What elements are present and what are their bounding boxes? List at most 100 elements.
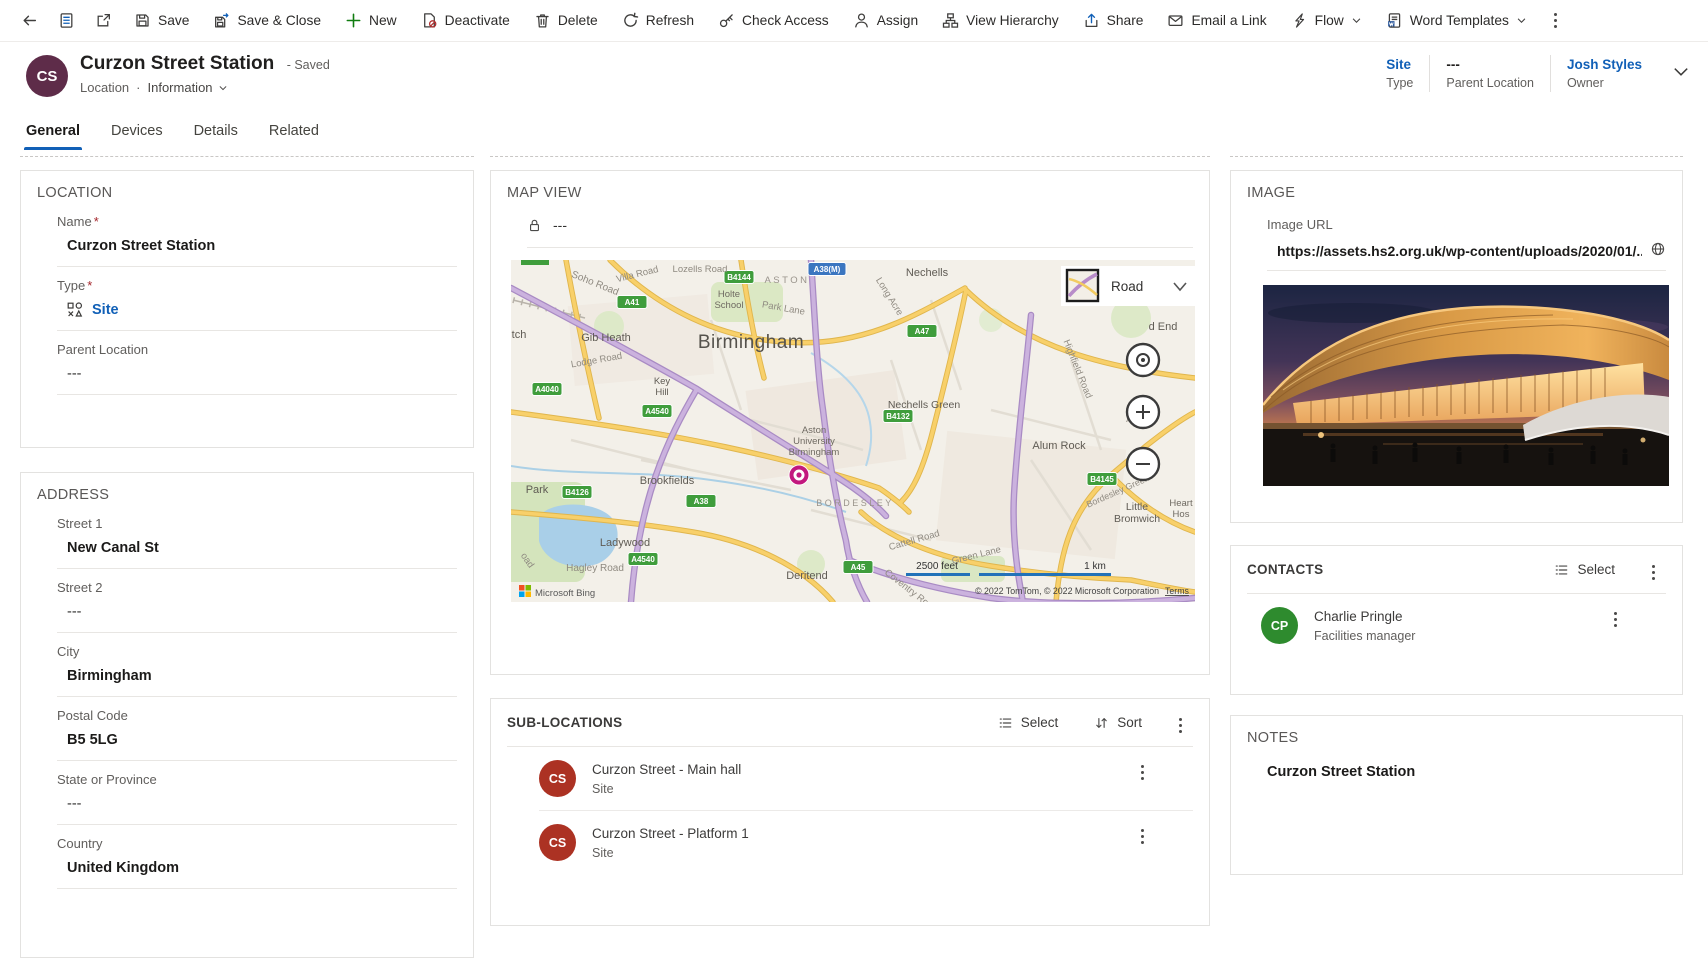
ellipsis-vertical-icon <box>1553 19 1557 22</box>
word-templates-button[interactable]: Word Templates <box>1375 5 1538 37</box>
street1-field[interactable]: Street 1 New Canal St <box>57 505 457 569</box>
open-url-button[interactable] <box>1642 241 1666 260</box>
tab-devices[interactable]: Devices <box>109 111 165 150</box>
type-value[interactable]: Site <box>92 302 119 318</box>
station-image <box>1262 285 1670 486</box>
road-shield: A47 <box>906 324 938 338</box>
contacts-more-button[interactable] <box>1641 561 1666 578</box>
country-value[interactable]: United Kingdom <box>57 860 457 876</box>
sublocation-name[interactable]: Curzon Street - Platform 1 <box>592 826 749 841</box>
sublocations-more-button[interactable] <box>1168 714 1193 731</box>
delete-label: Delete <box>557 13 598 28</box>
row-more-button[interactable] <box>1130 825 1155 842</box>
svg-text:A38: A38 <box>694 497 709 506</box>
map-label: Aston <box>802 425 826 436</box>
parent-location-label: Parent Location <box>57 342 149 357</box>
check-access-button[interactable]: Check Access <box>707 5 840 37</box>
email-link-button[interactable]: Email a Link <box>1156 5 1277 37</box>
back-button[interactable] <box>12 5 47 37</box>
map-locate-button[interactable] <box>1125 342 1161 378</box>
postal-code-field[interactable]: Postal Code B5 5LG <box>57 697 457 761</box>
map-scale-km: 1 km <box>1084 561 1106 572</box>
city-field[interactable]: City Birmingham <box>57 633 457 697</box>
sublocation-row[interactable]: CS Curzon Street - Platform 1 Site <box>539 811 1193 874</box>
sublocation-row[interactable]: CS Curzon Street - Main hall Site <box>539 747 1193 811</box>
map-style-selector[interactable]: Road <box>1061 266 1195 306</box>
share-button[interactable]: Share <box>1072 5 1155 37</box>
contact-row[interactable]: CP Charlie Pringle Facilities manager <box>1261 594 1666 657</box>
view-hierarchy-button[interactable]: View Hierarchy <box>931 5 1070 37</box>
notes-text[interactable]: Curzon Street Station <box>1267 764 1666 780</box>
parent-location-field[interactable]: Parent Location --- <box>57 331 457 395</box>
row-more-button[interactable] <box>1603 608 1628 625</box>
tab-related[interactable]: Related <box>267 111 321 150</box>
map-terms-link[interactable]: Terms <box>1165 586 1190 596</box>
image-url-value[interactable]: https://assets.hs2.org.uk/wp-content/upl… <box>1267 243 1642 259</box>
owner-value[interactable]: Josh Styles <box>1567 57 1642 72</box>
name-field[interactable]: Name Curzon Street Station <box>57 203 457 267</box>
more-commands-button[interactable] <box>1540 5 1571 37</box>
new-button[interactable]: New <box>334 5 408 37</box>
map-canvas[interactable]: B4144 A38(M) A41 A47 A4040 A4540 B4132 A38 B4126… <box>511 260 1195 602</box>
popout-button[interactable] <box>86 5 121 37</box>
form-selector[interactable]: Information <box>148 80 228 95</box>
form-body: LOCATION Name Curzon Street Station Type… <box>0 150 1708 974</box>
postal-code-value[interactable]: B5 5LG <box>57 732 457 748</box>
bing-logo: Microsoft Bing <box>519 585 595 599</box>
image-url-field[interactable]: https://assets.hs2.org.uk/wp-content/upl… <box>1267 232 1666 271</box>
svg-text:A41: A41 <box>625 298 640 307</box>
sublocation-type: Site <box>592 845 614 860</box>
dot-separator <box>136 80 140 95</box>
tab-details[interactable]: Details <box>192 111 240 150</box>
map-scale-feet: 2500 feet <box>916 561 958 572</box>
app-window: Save Save & Close New Deactivate Delete … <box>0 0 1708 974</box>
map-zoom-out-button[interactable] <box>1125 446 1161 482</box>
assign-button[interactable]: Assign <box>842 5 929 37</box>
street1-value[interactable]: New Canal St <box>57 540 457 556</box>
street2-value[interactable]: --- <box>57 604 457 620</box>
refresh-button[interactable]: Refresh <box>611 5 705 37</box>
country-field[interactable]: Country United Kingdom <box>57 825 457 889</box>
contact-name[interactable]: Charlie Pringle <box>1314 609 1415 624</box>
city-value[interactable]: Birmingham <box>57 668 457 684</box>
road-shield: A4540 <box>641 404 673 418</box>
save-status: - Saved <box>286 58 330 72</box>
name-value[interactable]: Curzon Street Station <box>57 238 457 254</box>
state-field[interactable]: State or Province --- <box>57 761 457 825</box>
address-section: ADDRESS Street 1 New Canal St Street 2 -… <box>20 472 474 958</box>
map-zoom-in-button[interactable] <box>1125 394 1161 430</box>
check-access-label: Check Access <box>742 13 829 28</box>
map-label: Brookfields <box>640 475 695 487</box>
section-title: LOCATION <box>37 185 113 201</box>
state-value[interactable]: --- <box>57 796 457 812</box>
map-label: Birmingham <box>789 447 840 458</box>
parent-location-value[interactable]: --- <box>57 366 457 382</box>
map-label: ASTON <box>764 275 809 286</box>
map-label: Nechells Green <box>888 399 961 411</box>
form-button[interactable] <box>49 5 84 37</box>
type-field[interactable]: Type Site <box>57 267 457 331</box>
deactivate-label: Deactivate <box>444 13 510 28</box>
save-button[interactable]: Save <box>123 5 200 37</box>
map-label: Park <box>526 484 549 496</box>
map-section: MAP VIEW --- B4144 A38(M) A41 A47 A4040 … <box>490 170 1210 675</box>
road-shield: B4145 <box>1086 472 1118 486</box>
type-value[interactable]: Site <box>1386 57 1413 72</box>
trash-icon <box>536 14 549 28</box>
collapse-header-button[interactable] <box>1672 63 1690 84</box>
row-more-button[interactable] <box>1130 761 1155 778</box>
select-records-button[interactable]: Select <box>992 714 1065 731</box>
tab-general[interactable]: General <box>24 111 82 150</box>
select-records-button[interactable]: Select <box>1548 561 1621 578</box>
section-divider <box>1230 156 1683 157</box>
delete-button[interactable]: Delete <box>523 5 609 37</box>
deactivate-button[interactable]: Deactivate <box>410 5 521 37</box>
map-label: Heart <box>1169 498 1193 509</box>
share-icon <box>1085 13 1098 27</box>
save-and-close-button[interactable]: Save & Close <box>202 5 332 37</box>
sublocation-name[interactable]: Curzon Street - Main hall <box>592 762 741 777</box>
select-icon <box>1556 564 1568 575</box>
street2-field[interactable]: Street 2 --- <box>57 569 457 633</box>
sort-button[interactable]: Sort <box>1088 714 1148 731</box>
flow-button[interactable]: Flow <box>1280 5 1373 37</box>
